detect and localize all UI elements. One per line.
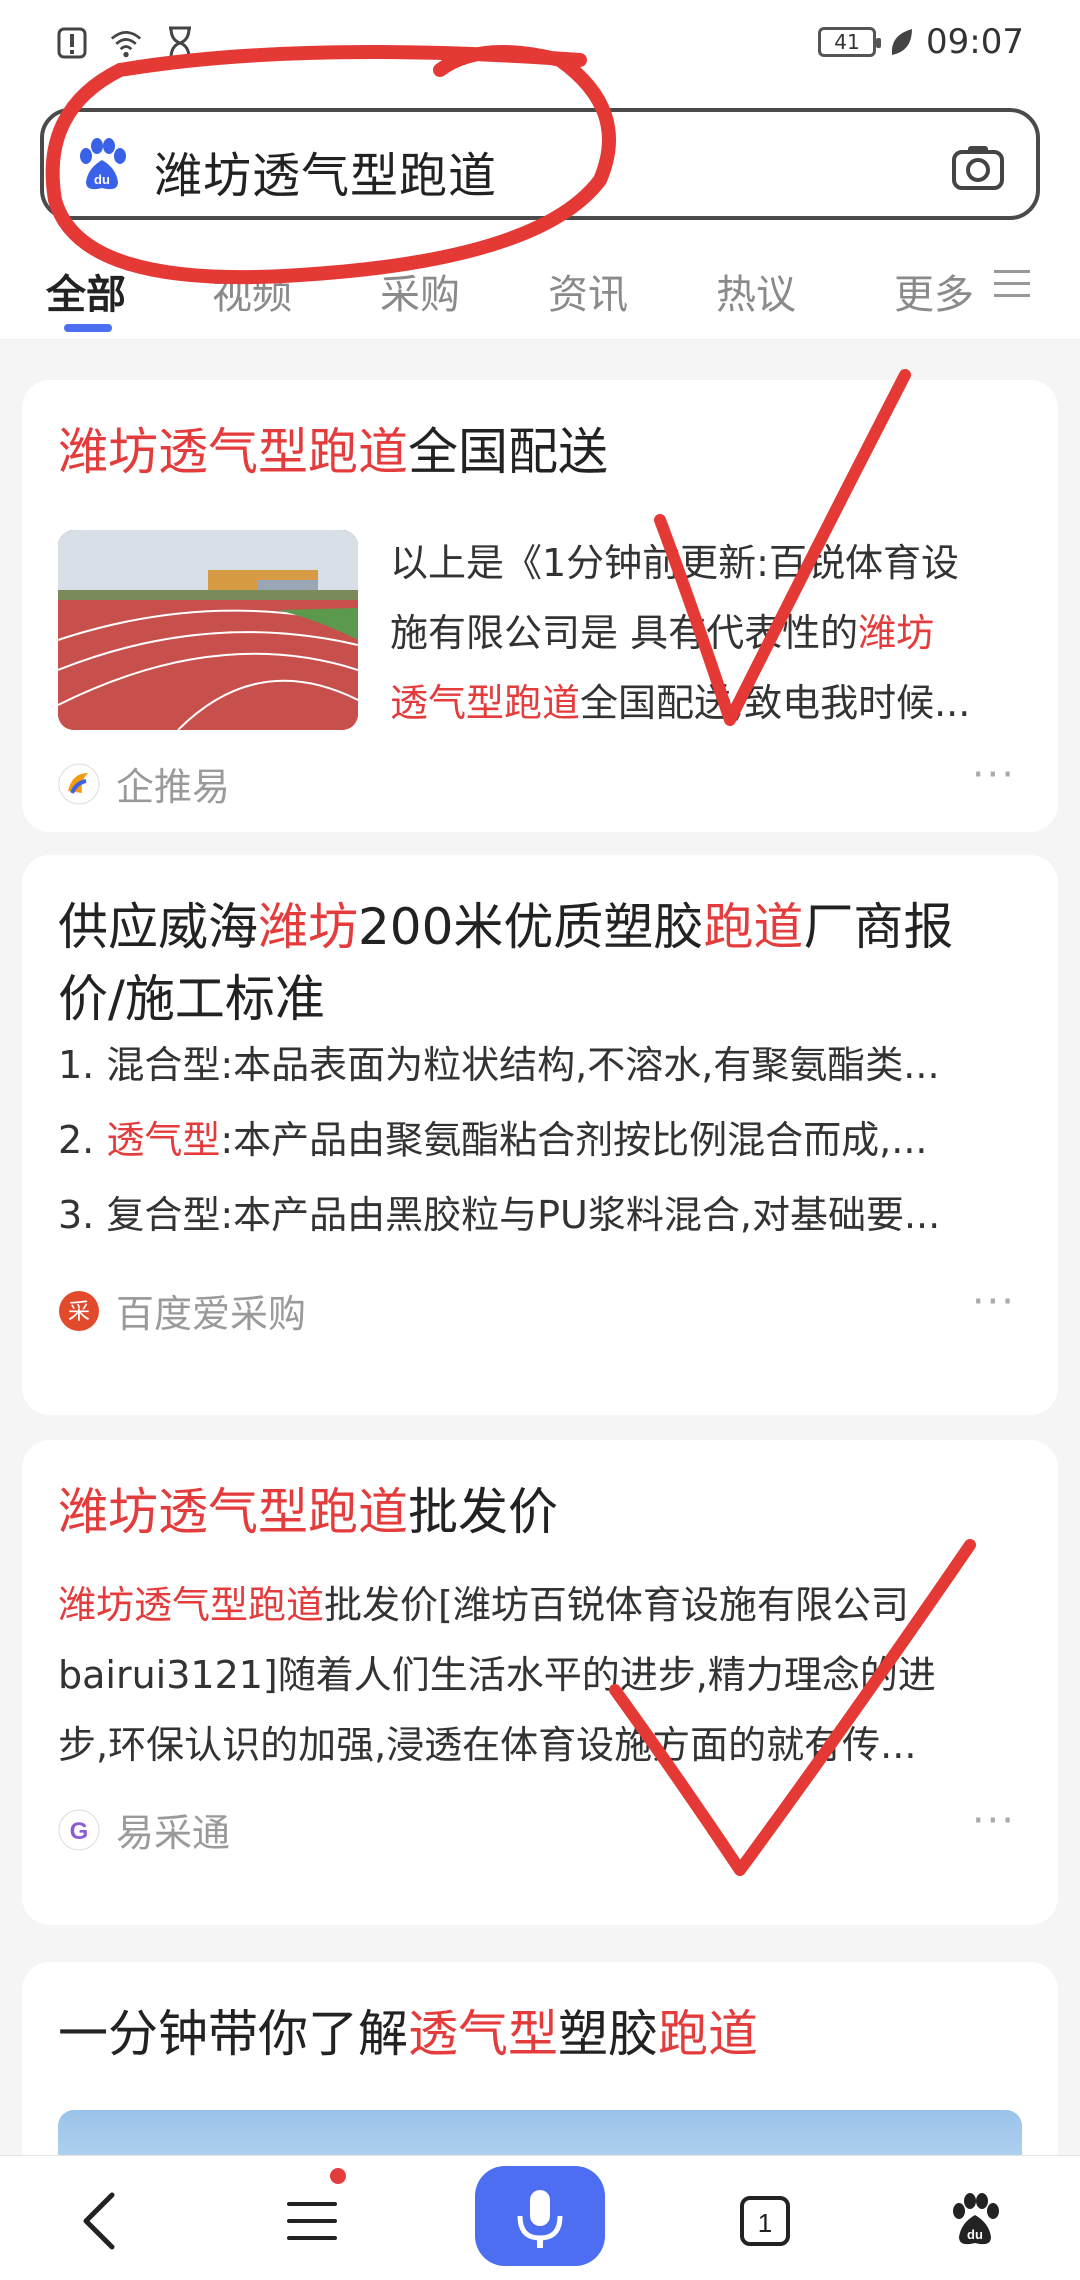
more-options-icon[interactable]: ··· xyxy=(972,1798,1016,1844)
status-bar: 41 09:07 xyxy=(0,0,1080,90)
tab-video[interactable]: 视频 xyxy=(212,262,292,320)
tab-more[interactable]: 更多 xyxy=(894,262,974,320)
alert-icon xyxy=(57,27,87,59)
result-source[interactable]: 企推易 xyxy=(58,756,230,811)
qituiyi-logo xyxy=(58,763,100,804)
menu-button[interactable] xyxy=(277,2186,347,2256)
svg-text:G: G xyxy=(70,1818,89,1845)
notification-dot xyxy=(330,2168,346,2184)
search-query-text[interactable]: 潍坊透气型跑道 xyxy=(154,136,497,206)
svg-text:du: du xyxy=(967,2227,983,2242)
voice-search-button[interactable] xyxy=(475,2166,605,2266)
camera-icon[interactable] xyxy=(950,142,1006,192)
results-feed: 潍坊透气型跑道全国配送 以上是《1分钟前更新:百锐体育设 施有限公司是 具有代表… xyxy=(0,340,1080,2155)
result-list-item: 2. 透气型:本产品由聚氨酯粘合剂按比例混合而成,... xyxy=(58,1118,928,1162)
more-options-icon[interactable]: ··· xyxy=(972,752,1016,798)
leaf-icon xyxy=(891,29,913,55)
hourglass-icon xyxy=(169,26,191,60)
back-button[interactable] xyxy=(65,2186,135,2256)
bottom-navigation: 1 du xyxy=(0,2155,1080,2280)
tabs-icon: 1 xyxy=(740,2196,790,2246)
result-card[interactable]: 一分钟带你了解透气型塑胶跑道 xyxy=(22,1962,1058,2155)
result-source[interactable]: G 易采通 xyxy=(58,1802,230,1857)
result-card[interactable]: 供应威海潍坊200米优质塑胶跑道厂商报 价/施工标准 1. 混合型:本品表面为粒… xyxy=(22,855,1058,1415)
status-time: 09:07 xyxy=(926,22,1024,62)
search-tabs: 全部 视频 采购 资讯 热议 更多 xyxy=(0,240,1080,340)
result-title[interactable]: 一分钟带你了解透气型塑胶跑道 xyxy=(58,1998,758,2070)
svg-text:采: 采 xyxy=(68,1300,90,1325)
result-source[interactable]: 采 百度爱采购 xyxy=(58,1283,306,1338)
more-options-icon[interactable]: ··· xyxy=(972,1279,1016,1325)
tab-count: 1 xyxy=(758,2208,772,2238)
result-card[interactable]: 潍坊透气型跑道全国配送 以上是《1分钟前更新:百锐体育设 施有限公司是 具有代表… xyxy=(22,380,1058,832)
wifi-icon xyxy=(110,31,142,58)
menu-lines-icon[interactable] xyxy=(994,268,1030,300)
yicaitong-logo: G xyxy=(58,1809,100,1850)
tab-discussion[interactable]: 热议 xyxy=(716,262,796,320)
baidu-aicaigou-logo: 采 xyxy=(59,1290,99,1331)
tab-all[interactable]: 全部 xyxy=(46,262,126,320)
result-snippet: 潍坊透气型跑道批发价[潍坊百锐体育设施有限公司 bairui3121]随着人们生… xyxy=(58,1583,936,1767)
running-track-image xyxy=(58,530,358,730)
result-list-item: 1. 混合型:本品表面为粒状结构,不溶水,有聚氨酯类... xyxy=(58,1043,940,1087)
result-card[interactable]: 潍坊透气型跑道批发价 潍坊透气型跑道批发价[潍坊百锐体育设施有限公司 bairu… xyxy=(22,1440,1058,1925)
video-thumbnail[interactable] xyxy=(58,2110,1022,2155)
status-icons-left xyxy=(56,26,196,60)
search-bar[interactable]: du 潍坊透气型跑道 xyxy=(40,108,1040,220)
result-list-item: 3. 复合型:本产品由黑胶粒与PU浆料混合,对基础要... xyxy=(58,1193,941,1237)
tab-news[interactable]: 资讯 xyxy=(548,262,628,320)
svg-text:du: du xyxy=(94,172,110,187)
menu-icon xyxy=(287,2202,337,2240)
tab-switcher-button[interactable]: 1 xyxy=(730,2186,800,2256)
result-thumbnail[interactable] xyxy=(58,530,358,730)
baidu-home-button[interactable]: du xyxy=(940,2186,1010,2256)
active-tab-indicator xyxy=(64,324,112,332)
result-snippet: 以上是《1分钟前更新:百锐体育设 施有限公司是 具有代表性的潍坊 透气型跑道全国… xyxy=(390,541,971,725)
result-title[interactable]: 潍坊透气型跑道全国配送 xyxy=(58,416,608,488)
result-title[interactable]: 供应威海潍坊200米优质塑胶跑道厂商报 价/施工标准 xyxy=(58,891,1038,1035)
microphone-icon xyxy=(517,2190,563,2248)
baidu-paw-icon: du xyxy=(953,2193,999,2245)
status-icons-right: 41 09:07 xyxy=(818,22,1024,62)
baidu-paw-logo: du xyxy=(80,138,126,190)
battery-indicator: 41 xyxy=(818,27,882,57)
result-title[interactable]: 潍坊透气型跑道批发价 xyxy=(58,1476,558,1548)
tab-purchase[interactable]: 采购 xyxy=(380,262,460,320)
chevron-left-icon xyxy=(83,2192,115,2250)
